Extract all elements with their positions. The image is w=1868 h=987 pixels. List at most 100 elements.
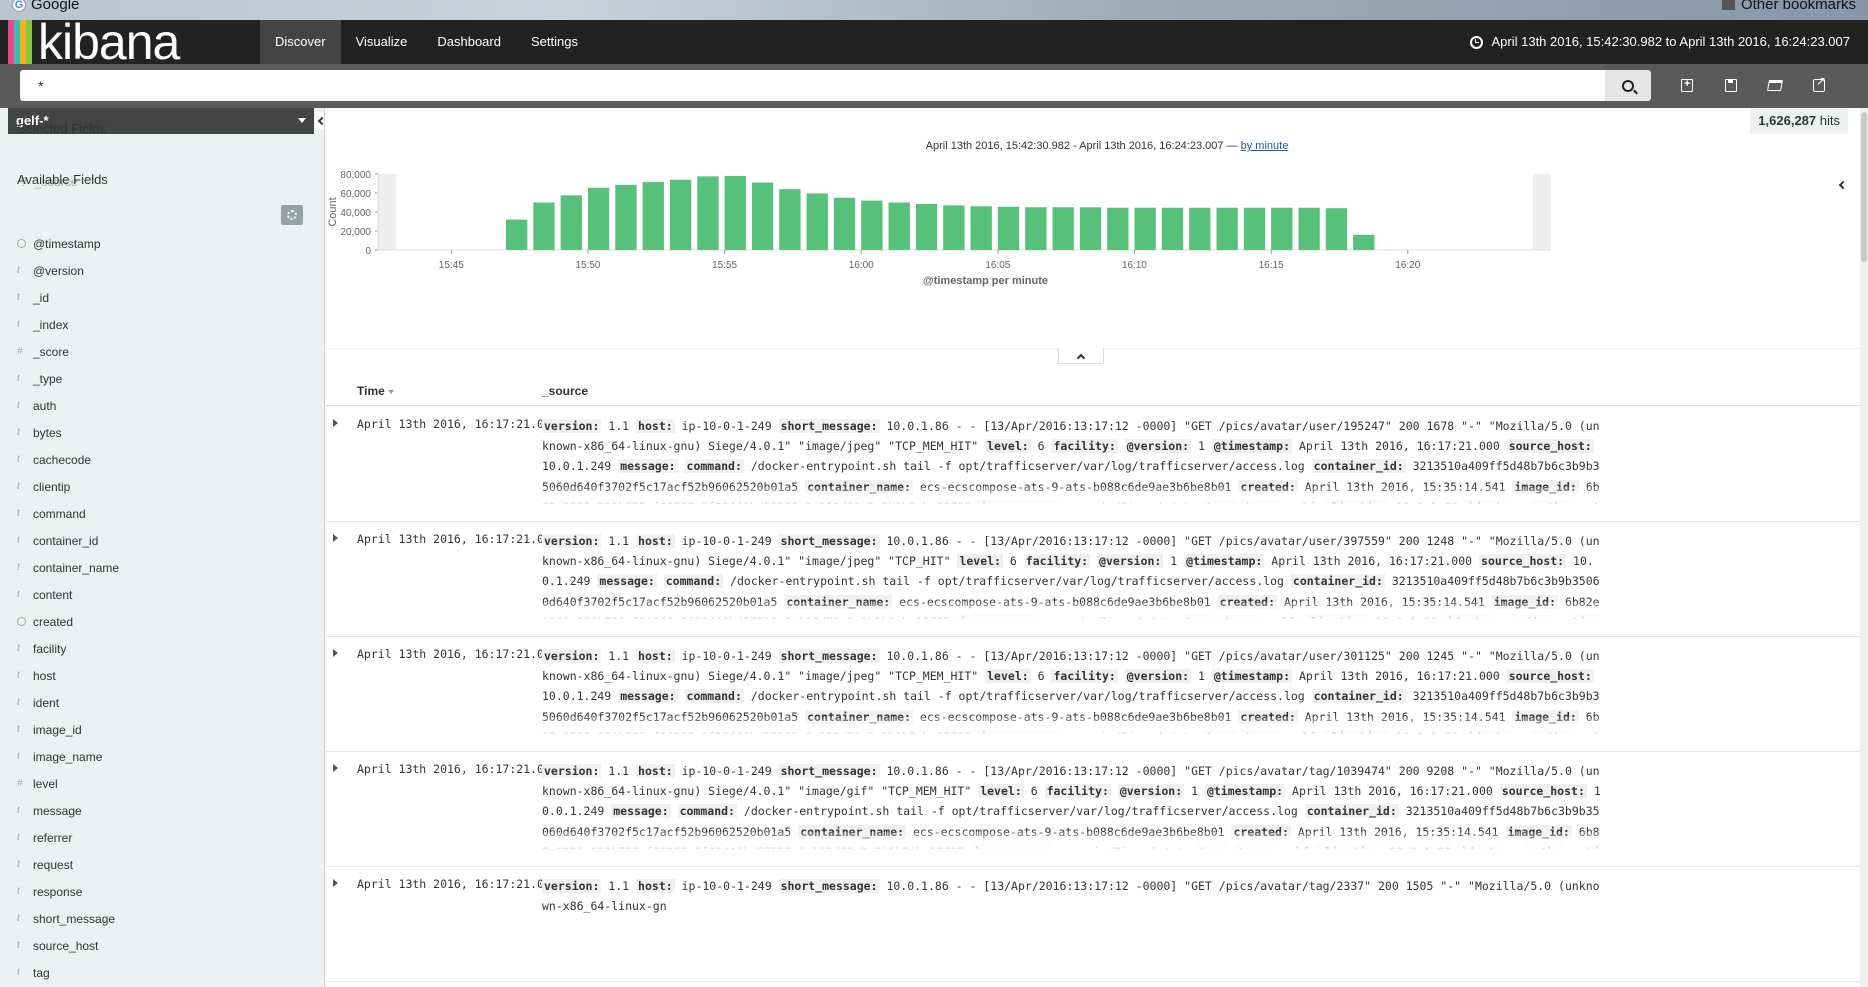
source-field-value: April 13th 2016, 16:17:21.000 xyxy=(1298,439,1500,454)
field-item[interactable]: t message xyxy=(0,797,324,824)
date-type-icon xyxy=(17,617,26,626)
string-type-icon: t xyxy=(17,940,20,951)
bookmark-google[interactable]: G Google xyxy=(12,0,79,13)
field-item[interactable]: t content xyxy=(0,581,324,608)
share-search-button[interactable] xyxy=(1797,70,1841,101)
timepicker[interactable]: April 13th 2016, 15:42:30.982 to April 1… xyxy=(1470,20,1850,64)
histogram-bar xyxy=(1243,207,1266,250)
time-column-header[interactable]: Time xyxy=(357,384,394,398)
field-item[interactable]: t facility xyxy=(0,635,324,662)
field-item[interactable]: @timestamp xyxy=(0,230,324,257)
x-tick-label: 16:20 xyxy=(1395,260,1420,271)
field-item[interactable]: t referrer xyxy=(0,824,324,851)
collapse-sidebar-button[interactable] xyxy=(315,112,324,130)
field-item[interactable]: t auth xyxy=(0,392,324,419)
field-item[interactable]: t image_name xyxy=(0,743,324,770)
table-row: April 13th 2016, 16:17:21.000 version: 1.… xyxy=(326,637,1868,752)
source-field-key: host: xyxy=(636,879,675,893)
expand-row-icon[interactable] xyxy=(333,534,338,542)
field-name: short_message xyxy=(33,911,116,926)
field-item[interactable]: t cachecode xyxy=(0,446,324,473)
hit-count-label: hits xyxy=(1819,113,1840,128)
folder-open-icon xyxy=(1767,80,1783,91)
load-search-button[interactable] xyxy=(1753,70,1797,101)
source-field-key: @version: xyxy=(1124,439,1192,454)
expand-row-icon[interactable] xyxy=(333,419,338,427)
kibana-logo[interactable]: kibana xyxy=(8,17,180,67)
field-name: container_name xyxy=(33,560,120,575)
expand-row-icon[interactable] xyxy=(333,764,338,772)
field-item[interactable]: # level xyxy=(0,770,324,797)
field-item[interactable]: # _score xyxy=(0,338,324,365)
page-scrollbar[interactable] xyxy=(1860,108,1868,987)
histogram-bar xyxy=(833,197,856,250)
search-input[interactable] xyxy=(20,70,1605,101)
interval-link[interactable]: by minute xyxy=(1241,140,1289,152)
field-item[interactable]: t response xyxy=(0,878,324,905)
bookmark-other[interactable]: Other bookmarks xyxy=(1721,0,1856,13)
source-field-key: message: xyxy=(618,459,678,474)
field-item[interactable]: t _id xyxy=(0,284,324,311)
tab-dashboard[interactable]: Dashboard xyxy=(422,20,516,64)
tab-discover[interactable]: Discover xyxy=(260,20,341,64)
field-sidebar: gelf-* Selected Fields ? _source Availabl… xyxy=(0,108,325,987)
field-item[interactable]: t container_id xyxy=(0,527,324,554)
field-item[interactable]: t clientip xyxy=(0,473,324,500)
field-item[interactable]: t ident xyxy=(0,689,324,716)
field-item[interactable]: created xyxy=(0,608,324,635)
discover-toolbar xyxy=(1665,70,1841,101)
date-type-icon xyxy=(17,239,26,248)
field-item[interactable]: t _index xyxy=(0,311,324,338)
field-settings-button[interactable] xyxy=(281,205,303,225)
search-button[interactable] xyxy=(1605,70,1651,101)
field-name: facility xyxy=(33,641,67,656)
source-field-value: 10.0.1.249 xyxy=(542,689,612,704)
top-navbar: kibana Discover Visualize Dashboard Setting… xyxy=(0,17,1868,67)
save-search-button[interactable] xyxy=(1709,70,1753,101)
field-item[interactable]: t command xyxy=(0,500,324,527)
tab-visualize[interactable]: Visualize xyxy=(341,20,423,64)
field-item[interactable]: t source_host xyxy=(0,932,324,959)
source-field-key: level: xyxy=(985,669,1031,684)
source-field-key: short_message: xyxy=(778,419,880,433)
new-search-button[interactable] xyxy=(1665,70,1709,101)
field-item[interactable]: t host xyxy=(0,662,324,689)
field-name: content xyxy=(33,587,73,602)
source-field-key: container_id: xyxy=(1304,804,1399,819)
available-field-list: @timestamp t @version t _id t _index # _score t _t… xyxy=(0,230,324,986)
histogram-bar xyxy=(751,182,774,250)
expand-row-icon[interactable] xyxy=(333,649,338,657)
field-name: host xyxy=(33,668,56,683)
toggle-chart-button[interactable] xyxy=(1058,348,1104,364)
expand-row-icon[interactable] xyxy=(333,879,338,887)
field-item[interactable]: t image_id xyxy=(0,716,324,743)
source-field-key: command: xyxy=(663,574,724,589)
source-field-key: source_host: xyxy=(1506,669,1594,684)
field-item[interactable]: t _type xyxy=(0,365,324,392)
field-item[interactable]: t tag xyxy=(0,959,324,986)
tab-settings[interactable]: Settings xyxy=(516,20,593,64)
histogram-bar xyxy=(970,206,992,250)
search-icon xyxy=(1622,79,1634,92)
y-tick-label: 60,000 xyxy=(340,189,371,200)
nav-tabs: Discover Visualize Dashboard Settings xyxy=(260,20,593,64)
field-name: ident xyxy=(33,695,60,710)
source-field-value: /docker-entrypoint.sh tail -f opt/traffi… xyxy=(730,574,1284,589)
histogram-bar xyxy=(1353,234,1375,250)
source-field-value: 10.0.1.249 xyxy=(542,459,612,474)
field-item[interactable]: t bytes xyxy=(0,419,324,446)
field-item[interactable]: t short_message xyxy=(0,905,324,932)
source-field-value: 1 xyxy=(1191,784,1198,799)
timepicker-label: April 13th 2016, 15:42:30.982 to April 1… xyxy=(1491,34,1850,49)
field-name: @version xyxy=(33,263,84,278)
field-item[interactable]: t container_name xyxy=(0,554,324,581)
field-item[interactable]: t @version xyxy=(0,257,324,284)
source-field-key: host: xyxy=(636,649,675,663)
plot-edge-left xyxy=(378,174,396,250)
chevron-left-icon xyxy=(317,116,324,126)
collapse-chart-button[interactable] xyxy=(1834,174,1848,196)
field-item[interactable]: t request xyxy=(0,851,324,878)
scrollbar-thumb[interactable] xyxy=(1861,112,1867,262)
field-name: container_id xyxy=(33,533,99,548)
histogram-bar xyxy=(642,182,664,250)
